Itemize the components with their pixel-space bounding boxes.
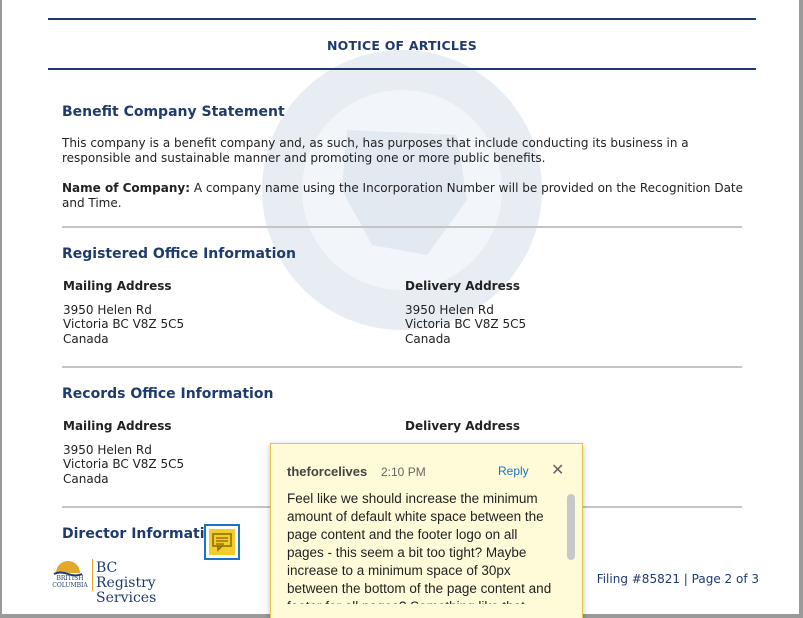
registered-delivery-line: Victoria BC V8Z 5C5 <box>405 317 527 331</box>
comment-popup: theforcelives 2:10 PM Reply ✕ Feel like … <box>270 443 583 618</box>
benefit-statement: This company is a benefit company and, a… <box>62 136 689 165</box>
records-mailing-label: Mailing Address <box>63 419 172 433</box>
header-rule-top <box>48 18 756 20</box>
bc-wordmark-line: BRITISH <box>56 575 84 582</box>
registered-delivery-line: Canada <box>405 332 451 346</box>
records-mailing-line: Victoria BC V8Z 5C5 <box>63 457 185 471</box>
close-icon[interactable]: ✕ <box>551 460 564 479</box>
reply-button[interactable]: Reply <box>498 464 529 478</box>
registered-mailing-line: 3950 Helen Rd <box>63 303 152 317</box>
bc-wordmark-line: COLUMBIA <box>52 582 88 589</box>
registered-mailing-line: Victoria BC V8Z 5C5 <box>63 317 185 331</box>
benefit-heading: Benefit Company Statement <box>62 104 285 120</box>
company-name-label: Name of Company: <box>62 181 191 195</box>
records-delivery-label: Delivery Address <box>405 419 521 433</box>
document-title: NOTICE OF ARTICLES <box>326 38 478 53</box>
company-name-statement: Name of Company: A company name using th… <box>62 181 752 211</box>
header-rule-bottom <box>48 68 756 70</box>
records-office-heading: Records Office Information <box>62 386 274 402</box>
comment-scrollbar[interactable] <box>567 494 575 560</box>
records-mailing-line: 3950 Helen Rd <box>63 443 152 457</box>
comment-body[interactable]: Feel like we should increase the minimum… <box>287 490 555 604</box>
registered-mailing-line: Canada <box>63 332 109 346</box>
director-heading: Director Information <box>62 526 225 542</box>
registry-wordmark-line: BC Registry <box>96 560 156 591</box>
registered-delivery-line: 3950 Helen Rd <box>405 303 494 317</box>
registered-office-heading: Registered Office Information <box>62 246 296 262</box>
registry-wordmark-line: Services <box>96 590 157 606</box>
registered-delivery-label: Delivery Address <box>405 279 521 293</box>
filing-page-info: Filing #85821 | Page 2 of 3 <box>596 572 759 586</box>
section-divider <box>62 366 742 368</box>
records-mailing-line: Canada <box>63 472 109 486</box>
bc-registry-logo: BRITISH COLUMBIA BC Registry Services <box>50 555 180 606</box>
registered-mailing-label: Mailing Address <box>63 279 172 293</box>
bc-wordmark: BRITISH COLUMBIA <box>50 575 90 589</box>
logo-divider <box>92 559 93 591</box>
speech-bubble-icon <box>212 533 232 552</box>
comment-note-icon[interactable] <box>204 524 240 560</box>
comment-author: theforcelives <box>287 464 368 479</box>
registry-wordmark: BC Registry Services <box>96 561 180 606</box>
comment-time: 2:10 PM <box>381 465 426 479</box>
section-divider <box>62 226 742 228</box>
